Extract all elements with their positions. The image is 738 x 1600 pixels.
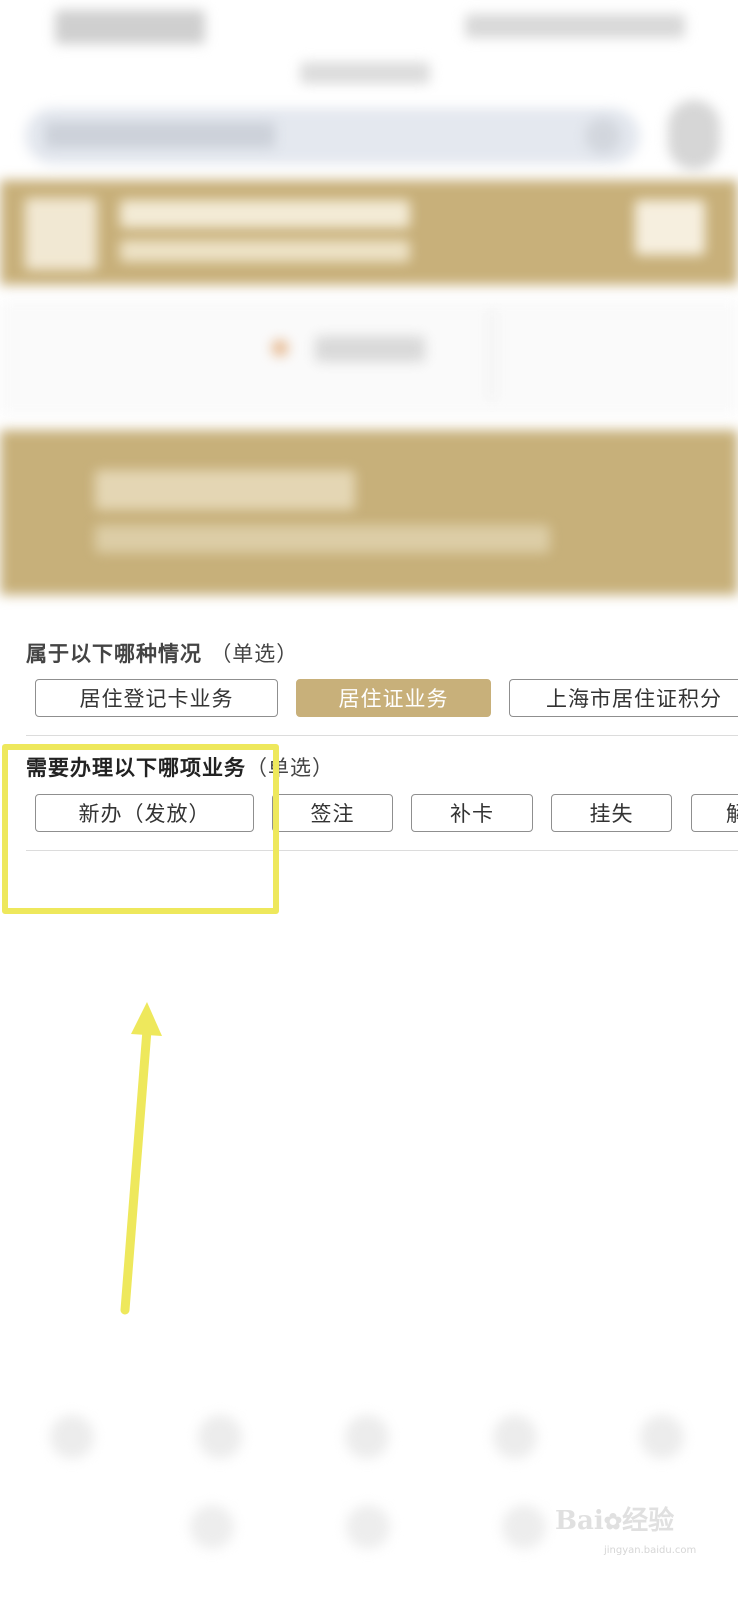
watermark-logo: Bai✿经验 [555,1500,674,1537]
watermark-brand: Bai [555,1506,604,1536]
annotation-arrow [120,1002,162,1315]
watermark-paw-icon: ✿ [603,1509,623,1535]
arrow-shaft [120,1025,152,1315]
arrow-head [131,1002,162,1036]
watermark-brand-cn: 经验 [622,1506,675,1536]
watermark-url: jingyan.baidu.com [604,1545,697,1556]
